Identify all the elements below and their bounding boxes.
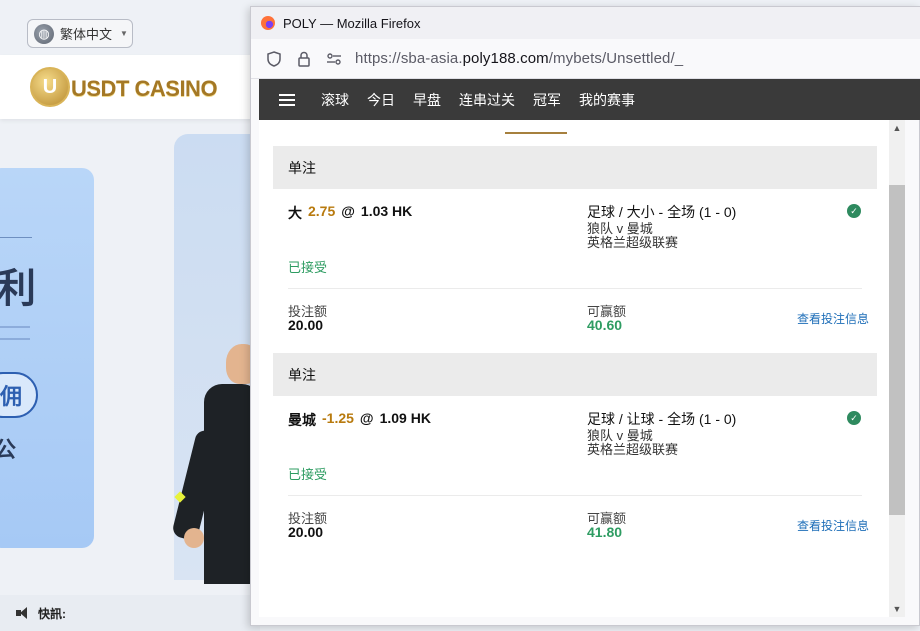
market-info: 足球 / 大小 - 全场 (1 - 0) 狼队 v 曼城 英格兰超级联赛 — [587, 202, 736, 250]
window-titlebar[interactable]: POLY — Mozilla Firefox — [251, 7, 920, 39]
match-teams: 狼队 v 曼城 — [587, 221, 653, 236]
url-path: /mybets/Unsettled/_ — [548, 50, 684, 67]
odds-value: 1.03 HK — [360, 203, 413, 219]
bet-details: 曼城 -1.25 @ 1.09 HK 足球 / 让球 - 全场 (1 - 0) … — [273, 396, 877, 560]
lock-icon[interactable] — [295, 50, 313, 68]
hamburger-menu-icon[interactable] — [279, 93, 295, 106]
stake-value: 20.00 — [288, 524, 324, 540]
win-value: 40.60 — [587, 317, 623, 333]
language-selector[interactable]: ◍ 繁体中文 ▼ — [27, 19, 133, 48]
nav-item-my-events[interactable]: 我的赛事 — [579, 90, 635, 110]
market-info: 足球 / 让球 - 全场 (1 - 0) 狼队 v 曼城 英格兰超级联赛 — [587, 409, 736, 457]
scroll-down-icon[interactable]: ▼ — [889, 601, 905, 617]
bet-selection: 大 2.75 @ 1.03 HK — [288, 203, 412, 223]
shield-icon[interactable] — [265, 50, 283, 68]
url-text[interactable]: https://sba-asia.poly188.com/mybets/Unse… — [355, 50, 683, 67]
site-logo[interactable]: USDT CASINO — [71, 76, 218, 102]
permissions-icon[interactable] — [325, 50, 343, 68]
firefox-icon — [261, 16, 275, 30]
accepted-check-icon: ✓ — [847, 204, 861, 218]
vertical-scrollbar[interactable]: ▲ ▼ — [889, 120, 905, 617]
bet-type-header: 单注 — [273, 353, 877, 396]
bet-status: 已接受 — [288, 260, 328, 275]
stake-value: 20.00 — [288, 317, 324, 333]
url-bar[interactable]: https://sba-asia.poly188.com/mybets/Unse… — [251, 39, 920, 79]
match-teams: 狼队 v 曼城 — [587, 428, 653, 443]
bet-selection: 曼城 -1.25 @ 1.09 HK — [288, 410, 431, 430]
scrollbar-thumb[interactable] — [889, 185, 905, 515]
news-ticker: 快訊: — [0, 595, 260, 631]
selection-name: 大 — [288, 205, 302, 221]
view-bet-info-link[interactable]: 查看投注信息 — [797, 517, 869, 534]
win-value: 41.80 — [587, 524, 623, 540]
view-bet-info-link[interactable]: 查看投注信息 — [797, 310, 869, 327]
site-nav-bar: 滚球 今日 早盘 连串过关 冠军 我的赛事 — [259, 79, 920, 120]
handicap-value: 2.75 — [308, 203, 336, 219]
bet-card: 单注 曼城 -1.25 @ 1.09 HK 足球 / 让球 - 全场 (1 - … — [273, 353, 877, 560]
nav-item-outright[interactable]: 冠军 — [533, 90, 561, 110]
market-name: 足球 / 让球 - 全场 (1 - 0) — [587, 411, 737, 427]
bet-card: 单注 大 2.75 @ 1.03 HK 足球 / 大小 - 全场 (1 - 0)… — [273, 146, 877, 353]
handicap-value: -1.25 — [322, 410, 354, 426]
promo-decoration — [0, 326, 30, 340]
scroll-up-icon[interactable]: ▲ — [889, 120, 905, 136]
nav-item-early[interactable]: 早盘 — [413, 90, 441, 110]
url-domain: poly188.com — [462, 50, 549, 67]
divider — [288, 288, 862, 289]
bet-details: 大 2.75 @ 1.03 HK 足球 / 大小 - 全场 (1 - 0) 狼队… — [273, 189, 877, 353]
nav-item-live[interactable]: 滚球 — [321, 90, 349, 110]
active-tab-indicator — [505, 132, 567, 134]
chevron-down-icon: ▼ — [120, 29, 128, 38]
promo-subtext: 公 — [0, 437, 17, 462]
promo-divider — [0, 237, 32, 238]
accepted-check-icon: ✓ — [847, 411, 861, 425]
url-prefix: https://sba-asia. — [355, 50, 463, 67]
at-sign: @ — [341, 203, 355, 219]
bet-status: 已接受 — [288, 467, 328, 482]
bet-type-header: 单注 — [273, 146, 877, 189]
league-name: 英格兰超级联赛 — [587, 442, 679, 457]
logo-coin-icon: U — [30, 67, 70, 107]
firefox-window[interactable]: POLY — Mozilla Firefox https://sba-asia.… — [250, 6, 920, 626]
nav-item-today[interactable]: 今日 — [367, 90, 395, 110]
promo-headline: 利 — [0, 267, 36, 311]
language-label: 繁体中文 — [60, 27, 113, 42]
divider — [288, 495, 862, 496]
at-sign: @ — [359, 410, 374, 426]
speaker-icon — [16, 607, 30, 619]
nav-item-parlay[interactable]: 连串过关 — [459, 90, 515, 110]
league-name: 英格兰超级联赛 — [587, 235, 679, 250]
globe-icon: ◍ — [34, 23, 54, 44]
promo-card[interactable] — [0, 168, 94, 548]
market-name: 足球 / 大小 - 全场 (1 - 0) — [587, 204, 737, 220]
ticker-label: 快訊: — [38, 606, 66, 621]
bets-content: 单注 大 2.75 @ 1.03 HK 足球 / 大小 - 全场 (1 - 0)… — [259, 120, 889, 617]
selection-name: 曼城 — [288, 412, 316, 428]
window-title: POLY — Mozilla Firefox — [283, 15, 421, 31]
player-hand — [184, 528, 204, 548]
odds-value: 1.09 HK — [379, 410, 431, 426]
